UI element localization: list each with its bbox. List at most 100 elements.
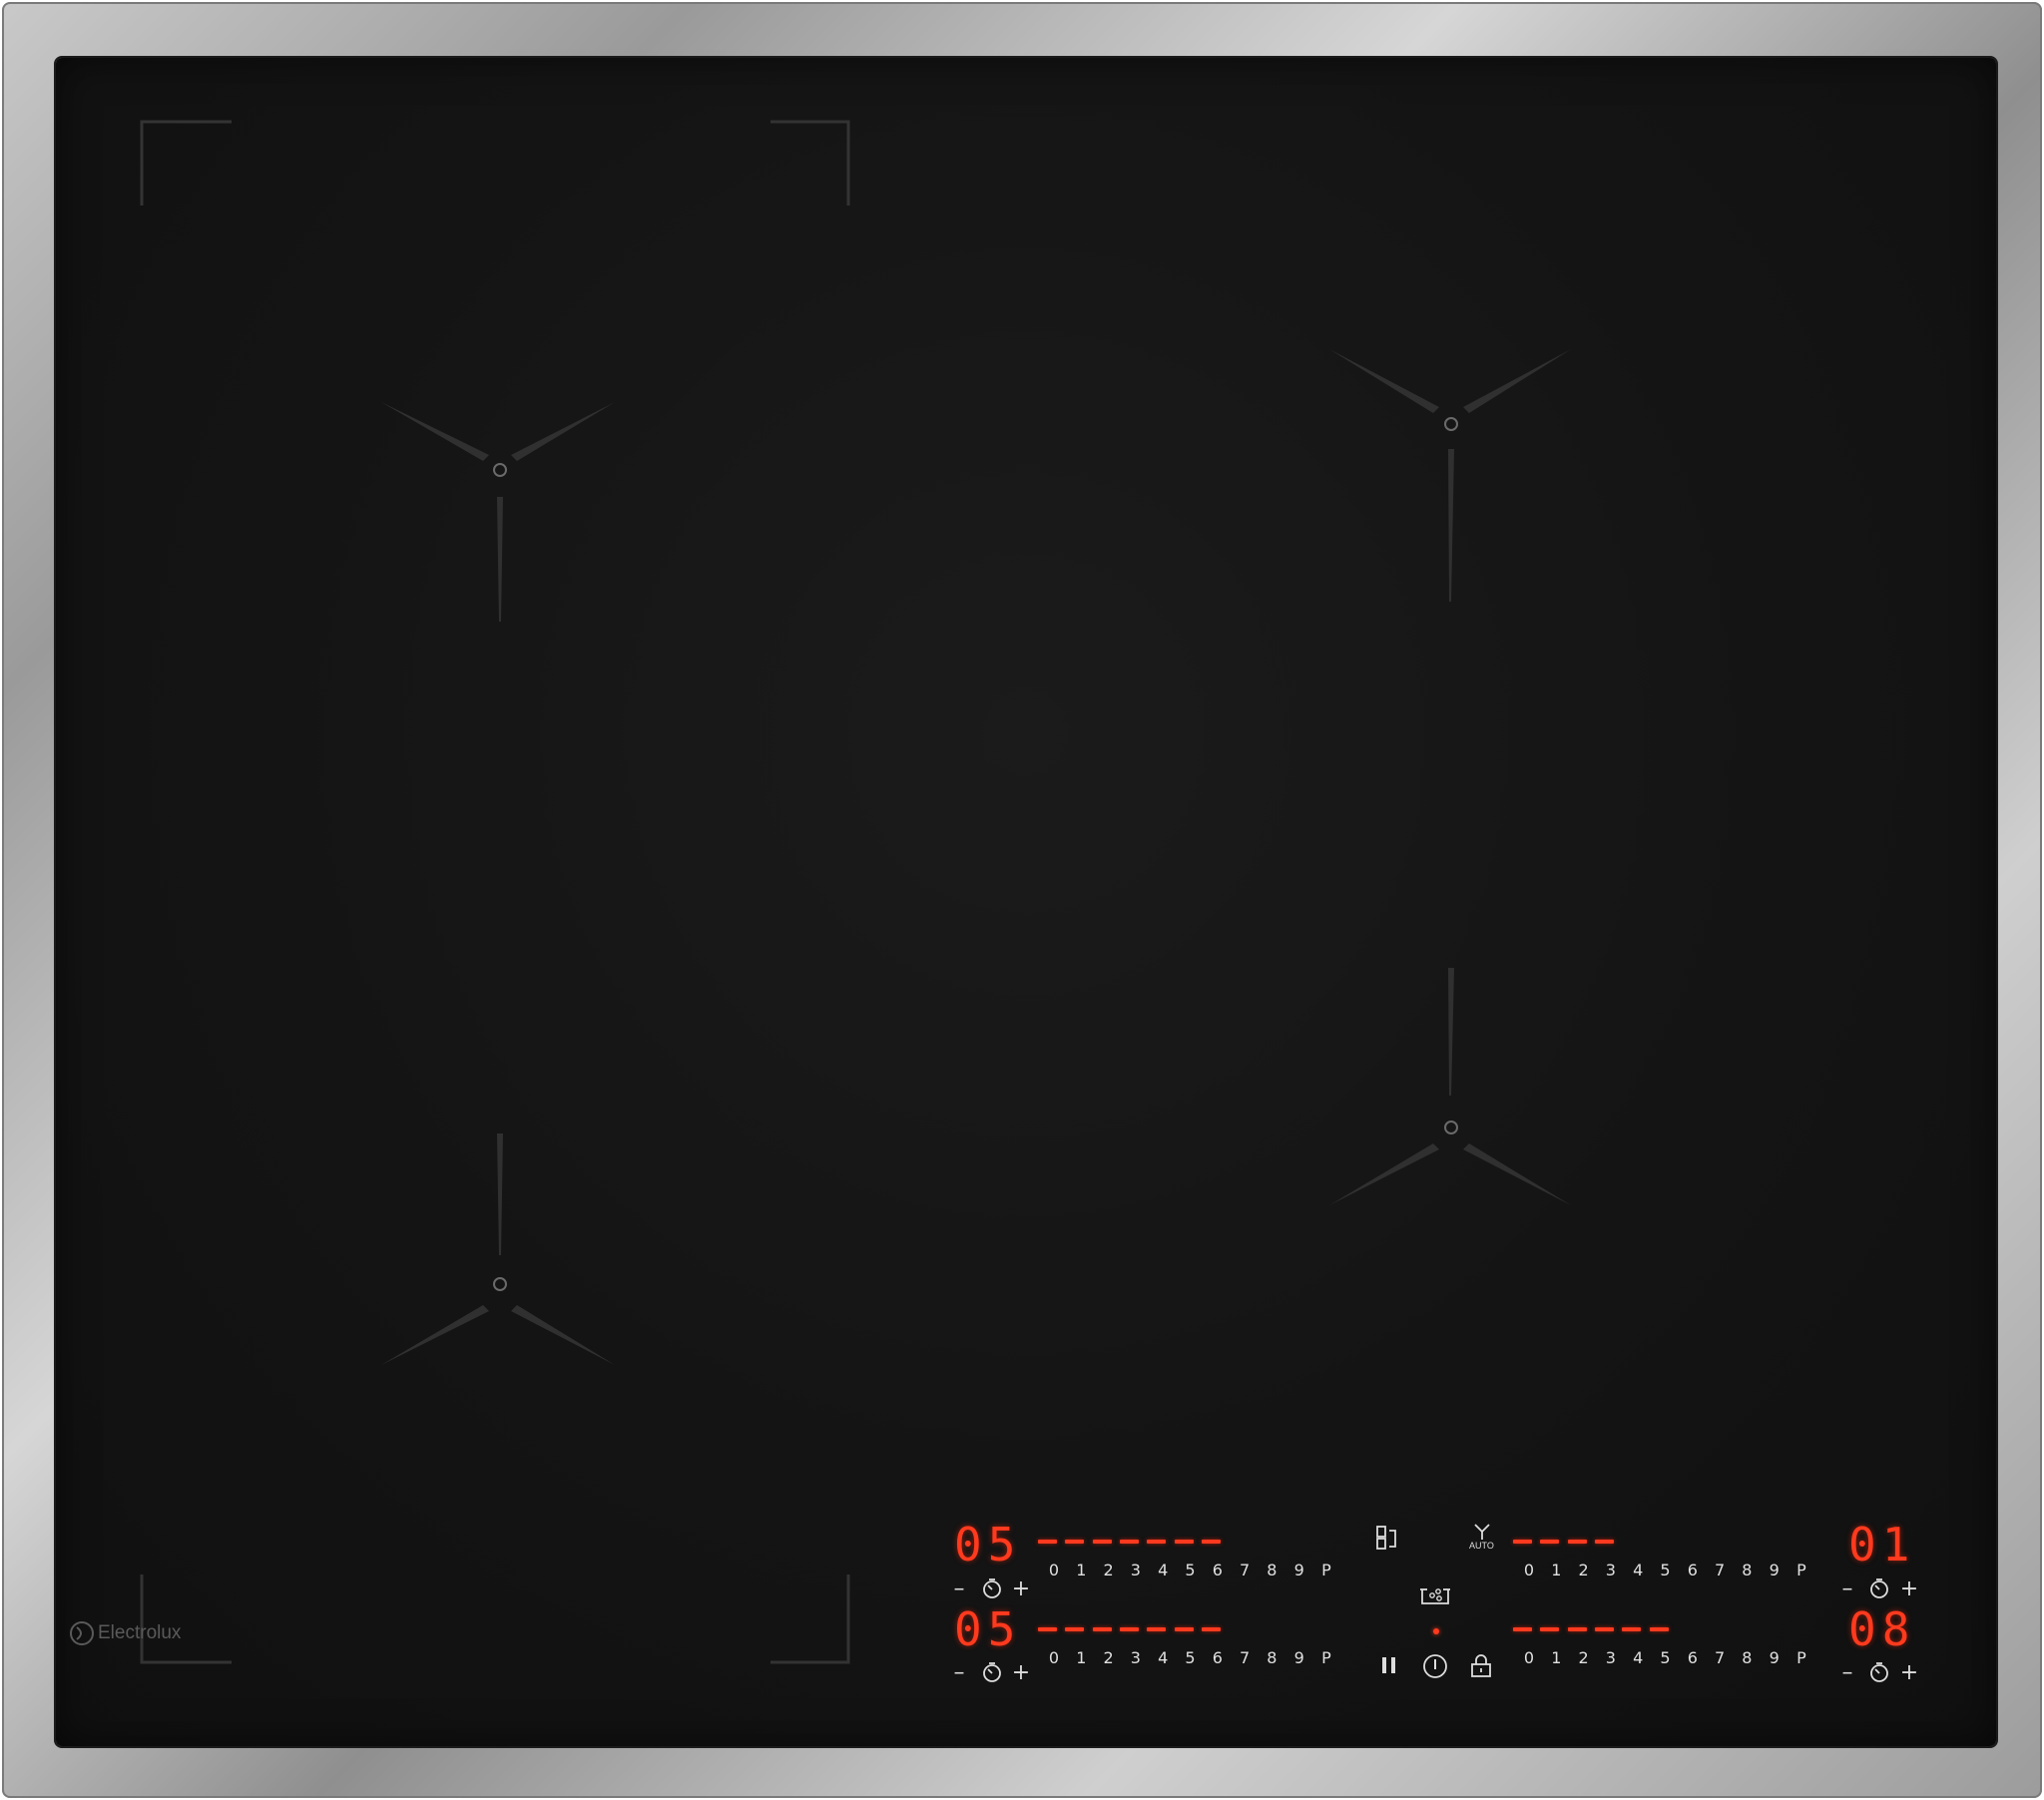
power-level-segment <box>1065 1627 1084 1631</box>
slider-step-7[interactable]: 7 <box>1710 1563 1730 1578</box>
slider-step-3[interactable]: 3 <box>1126 1563 1146 1578</box>
power-level-segment <box>1175 1540 1194 1544</box>
power-level-segment <box>1622 1627 1641 1631</box>
lock-icon[interactable] <box>1469 1654 1493 1682</box>
slider-step-5[interactable]: 5 <box>1656 1563 1676 1578</box>
power-level-segment <box>1175 1627 1194 1631</box>
slider-step-5[interactable]: 5 <box>1656 1650 1676 1666</box>
corner-bracket-top-left <box>142 122 232 206</box>
minus-button[interactable]: – <box>1836 1662 1858 1684</box>
power-level-segment <box>1568 1540 1587 1544</box>
slider-step-2[interactable]: 2 <box>1574 1650 1594 1666</box>
slider-step-3[interactable]: 3 <box>1601 1563 1621 1578</box>
plus-button[interactable]: + <box>1898 1662 1920 1684</box>
brand-logo: Electrolux <box>70 1621 181 1645</box>
plus-button[interactable]: + <box>1010 1578 1032 1600</box>
slider-step-2[interactable]: 2 <box>1099 1563 1119 1578</box>
slider-step-8[interactable]: 8 <box>1737 1563 1757 1578</box>
minus-button[interactable]: – <box>948 1578 970 1600</box>
slider-step-9[interactable]: 9 <box>1289 1563 1309 1578</box>
slider-step-3[interactable]: 3 <box>1601 1650 1621 1666</box>
slider-step-0[interactable]: 0 <box>1519 1650 1539 1666</box>
slider-step-1[interactable]: 1 <box>1071 1563 1091 1578</box>
display-rear-right: 01 <box>1848 1522 1915 1568</box>
slider-step-0[interactable]: 0 <box>1044 1563 1064 1578</box>
slider-step-6[interactable]: 6 <box>1683 1650 1703 1666</box>
ceramic-glass-surface <box>56 58 1996 1746</box>
slider-step-9[interactable]: 9 <box>1765 1563 1785 1578</box>
auto-label: AUTO <box>1469 1541 1494 1551</box>
minus-button[interactable]: – <box>1836 1578 1858 1600</box>
power-level-segment <box>1093 1627 1112 1631</box>
slider-step-1[interactable]: 1 <box>1071 1650 1091 1666</box>
power-level-segment <box>1038 1627 1057 1631</box>
slider-step-8[interactable]: 8 <box>1737 1650 1757 1666</box>
slider-step-7[interactable]: 7 <box>1710 1650 1730 1666</box>
bridge-zone-icon[interactable] <box>1375 1525 1399 1557</box>
display-front-right: 08 <box>1848 1606 1915 1652</box>
slider-step-5[interactable]: 5 <box>1181 1650 1201 1666</box>
slider-step-4[interactable]: 4 <box>1628 1650 1648 1666</box>
power-level-segment <box>1120 1540 1139 1544</box>
slider-step-P[interactable]: P <box>1316 1563 1336 1578</box>
power-level-segment <box>1513 1540 1532 1544</box>
slider-step-4[interactable]: 4 <box>1628 1563 1648 1578</box>
power-level-segment <box>1650 1627 1669 1631</box>
slider-step-0[interactable]: 0 <box>1044 1650 1064 1666</box>
timer-icon[interactable] <box>1868 1661 1890 1687</box>
power-level-segment <box>1568 1627 1587 1631</box>
minus-button[interactable]: – <box>948 1662 970 1684</box>
power-level-segment <box>1540 1540 1559 1544</box>
corner-bracket-bottom-right <box>770 1575 848 1662</box>
slider-step-3[interactable]: 3 <box>1126 1650 1146 1666</box>
slider-step-6[interactable]: 6 <box>1208 1563 1228 1578</box>
power-icon[interactable] <box>1421 1652 1449 1684</box>
zone-marker-front-right <box>1329 968 1571 1205</box>
slider-step-1[interactable]: 1 <box>1546 1563 1566 1578</box>
power-level-segment <box>1065 1540 1084 1544</box>
slider-step-9[interactable]: 9 <box>1765 1650 1785 1666</box>
slider-step-9[interactable]: 9 <box>1289 1650 1309 1666</box>
display-rear-left: 05 <box>954 1522 1021 1568</box>
cooking-zone-markings <box>56 58 1996 1746</box>
slider-step-4[interactable]: 4 <box>1153 1563 1173 1578</box>
slider-step-2[interactable]: 2 <box>1574 1563 1594 1578</box>
power-level-segment <box>1202 1540 1221 1544</box>
slider-step-7[interactable]: 7 <box>1235 1650 1255 1666</box>
slider-step-8[interactable]: 8 <box>1262 1563 1281 1578</box>
power-level-segment <box>1147 1627 1166 1631</box>
power-level-segment <box>1540 1627 1559 1631</box>
bridge-zone-corners <box>142 122 848 1662</box>
slider-step-6[interactable]: 6 <box>1208 1650 1228 1666</box>
pause-icon[interactable] <box>1379 1654 1399 1680</box>
stainless-steel-frame <box>2 2 2042 1798</box>
timer-icon[interactable] <box>981 1661 1003 1687</box>
power-level-segment <box>1038 1540 1057 1544</box>
slider-step-1[interactable]: 1 <box>1546 1650 1566 1666</box>
slider-step-0[interactable]: 0 <box>1519 1563 1539 1578</box>
slider-step-P[interactable]: P <box>1316 1650 1336 1666</box>
zone-marker-front-left <box>381 1133 615 1365</box>
timer-icon[interactable] <box>1868 1577 1890 1603</box>
brand-name: Electrolux <box>98 1622 181 1644</box>
power-level-segment <box>1513 1627 1532 1631</box>
indicator-dot <box>1433 1628 1439 1634</box>
timer-icon[interactable] <box>981 1577 1003 1603</box>
slider-step-7[interactable]: 7 <box>1235 1563 1255 1578</box>
slider-step-5[interactable]: 5 <box>1181 1563 1201 1578</box>
electrolux-logo-icon <box>70 1621 94 1645</box>
slider-step-8[interactable]: 8 <box>1262 1650 1281 1666</box>
slider-step-4[interactable]: 4 <box>1153 1650 1173 1666</box>
power-level-segment <box>1147 1540 1166 1544</box>
slider-step-2[interactable]: 2 <box>1099 1650 1119 1666</box>
plus-button[interactable]: + <box>1898 1578 1920 1600</box>
power-level-segment <box>1120 1627 1139 1631</box>
plus-button[interactable]: + <box>1010 1662 1032 1684</box>
keep-warm-icon[interactable] <box>1419 1581 1451 1611</box>
slider-step-P[interactable]: P <box>1791 1650 1811 1666</box>
slider-step-6[interactable]: 6 <box>1683 1563 1703 1578</box>
power-level-segment <box>1093 1540 1112 1544</box>
power-level-segment <box>1595 1627 1614 1631</box>
corner-bracket-top-right <box>770 122 848 206</box>
slider-step-P[interactable]: P <box>1791 1563 1811 1578</box>
